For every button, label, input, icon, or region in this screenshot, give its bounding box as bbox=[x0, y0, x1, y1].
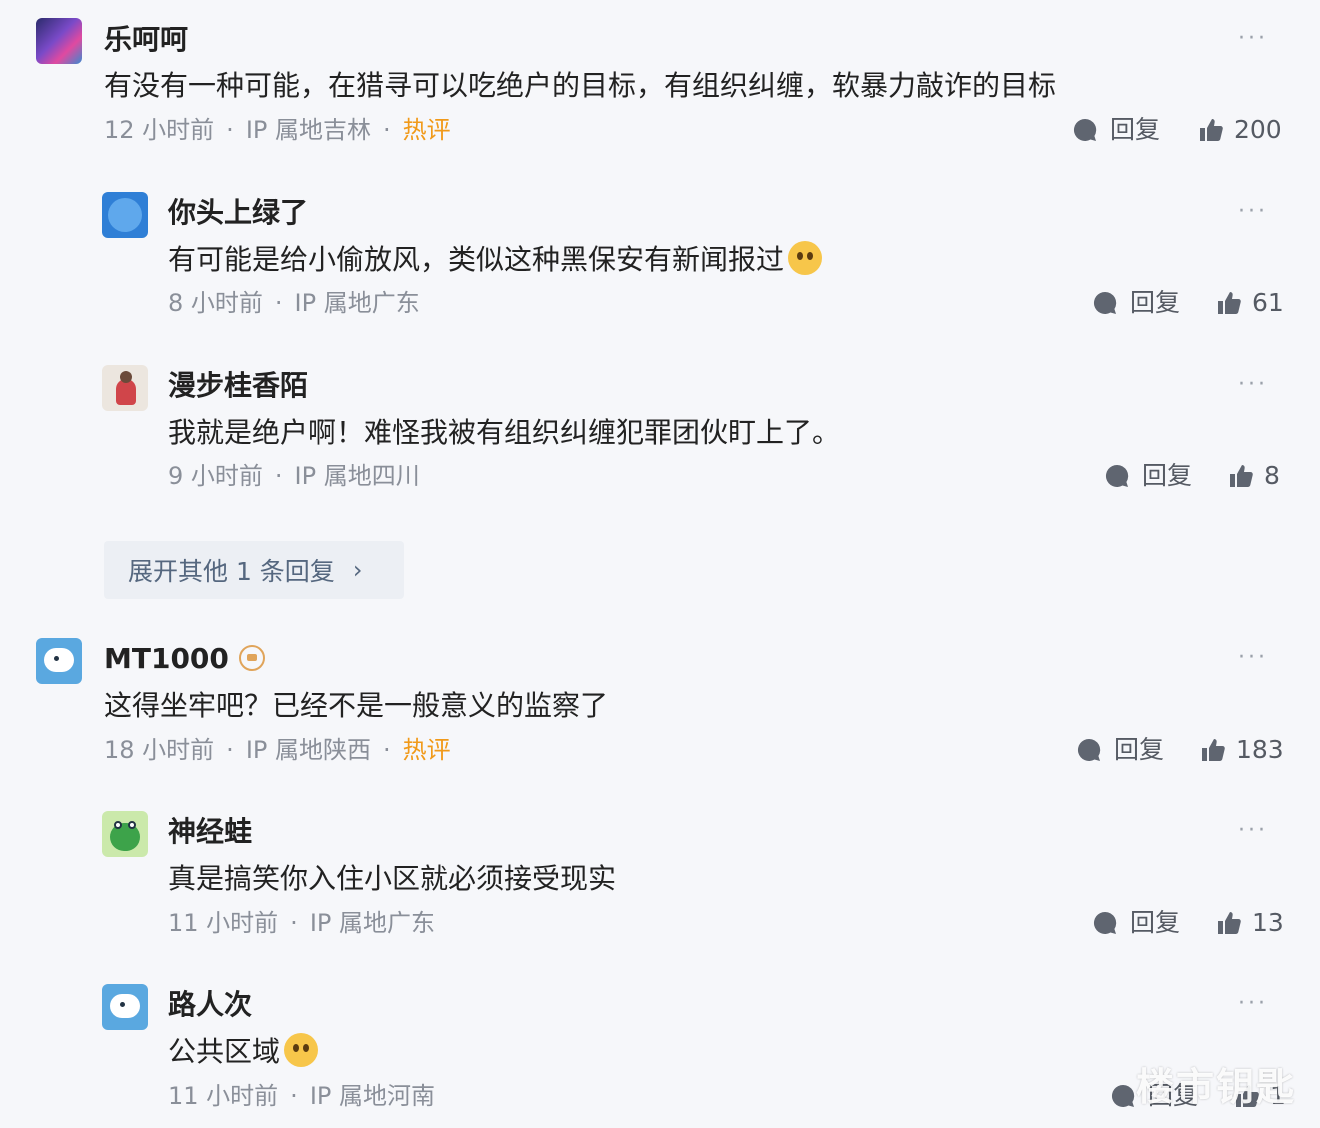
comment-text-content: 公共区域 bbox=[168, 1035, 281, 1068]
comment-text-content: 有可能是给小偷放风，类似这种黑保安有新闻报过 bbox=[168, 243, 785, 276]
reply-label: 回复 bbox=[1142, 461, 1193, 490]
comment-bubble-icon bbox=[1105, 464, 1129, 487]
comment-text: 公共区域 bbox=[168, 1030, 319, 1074]
reply-label: 回复 bbox=[1130, 908, 1181, 937]
reply-label: 回复 bbox=[1130, 288, 1181, 317]
ip-location: IP 属地广东 bbox=[309, 909, 435, 937]
comment-text: 有可能是给小偷放风，类似这种黑保安有新闻报过 bbox=[168, 238, 823, 282]
watermark: 楼市钥匙 bbox=[1135, 1065, 1296, 1109]
hot-comment-badge: 热评 bbox=[402, 116, 451, 144]
like-count: 183 bbox=[1236, 735, 1284, 764]
username[interactable]: 神经蛙 bbox=[168, 812, 252, 852]
ip-location: IP 属地吉林 bbox=[245, 116, 371, 144]
timestamp: 11 小时前 bbox=[168, 909, 279, 937]
separator-dot: · bbox=[274, 462, 283, 490]
avatar[interactable] bbox=[102, 984, 148, 1030]
comment-bubble-icon bbox=[1073, 118, 1097, 141]
more-options-icon[interactable]: ··· bbox=[1238, 645, 1268, 670]
comment-bubble-icon bbox=[1111, 1084, 1135, 1107]
expand-replies-label: 展开其他 1 条回复 bbox=[128, 557, 335, 586]
comment-text: 有没有一种可能，在猎寻可以吃绝户的目标，有组织纠缠，软暴力敲诈的目标 bbox=[104, 69, 1057, 102]
more-options-icon[interactable]: ··· bbox=[1238, 818, 1268, 843]
comment-meta: 12 小时前 · IP 属地吉林 · 热评 bbox=[104, 112, 451, 148]
thumbs-up-icon bbox=[1200, 119, 1223, 141]
like-count: 13 bbox=[1252, 908, 1284, 937]
more-options-icon[interactable]: ··· bbox=[1238, 26, 1268, 51]
username[interactable]: 乐呵呵 bbox=[104, 20, 188, 60]
comment-bubble-icon bbox=[1077, 738, 1101, 761]
more-options-icon[interactable]: ··· bbox=[1238, 372, 1268, 397]
comment-bubble-icon bbox=[1093, 911, 1117, 934]
username[interactable]: 你头上绿了 bbox=[168, 193, 308, 233]
timestamp: 9 小时前 bbox=[168, 462, 263, 490]
thumbs-up-icon bbox=[1218, 912, 1241, 934]
comment-meta: 9 小时前 · IP 属地四川 bbox=[168, 458, 420, 494]
comment-meta: 8 小时前 · IP 属地广东 bbox=[168, 285, 420, 321]
timestamp: 8 小时前 bbox=[168, 289, 263, 317]
username-text: MT1000 bbox=[104, 642, 229, 675]
separator-dot: · bbox=[226, 116, 234, 144]
separator-dot: · bbox=[226, 736, 234, 764]
reply-button[interactable]: 回复 bbox=[1076, 732, 1164, 768]
comment-bubble-icon bbox=[1093, 291, 1117, 314]
crown-badge-icon bbox=[238, 645, 265, 671]
comment-meta: 18 小时前 · IP 属地陕西 · 热评 bbox=[104, 732, 451, 768]
thumbs-up-icon bbox=[1218, 292, 1241, 314]
username[interactable]: 漫步桂香陌 bbox=[168, 366, 308, 406]
hot-comment-badge: 热评 bbox=[402, 736, 451, 764]
more-options-icon[interactable]: ··· bbox=[1238, 991, 1268, 1016]
emoji-icon bbox=[284, 1033, 319, 1067]
avatar[interactable] bbox=[102, 365, 148, 411]
separator-dot: · bbox=[290, 1082, 298, 1110]
avatar[interactable] bbox=[102, 811, 148, 857]
separator-dot: · bbox=[290, 909, 298, 937]
username[interactable]: MT1000 bbox=[104, 639, 265, 679]
comment-meta: 11 小时前 · IP 属地广东 bbox=[168, 905, 435, 941]
chevron-right-icon: › bbox=[352, 556, 363, 584]
reply-button[interactable]: 回复 bbox=[1092, 905, 1180, 941]
timestamp: 12 小时前 bbox=[104, 116, 215, 144]
timestamp: 18 小时前 bbox=[104, 736, 215, 764]
username[interactable]: 路人次 bbox=[168, 985, 252, 1025]
timestamp: 11 小时前 bbox=[168, 1082, 279, 1110]
like-button[interactable]: 13 bbox=[1216, 905, 1284, 941]
comment-text: 这得坐牢吧？已经不是一般意义的监察了 bbox=[104, 689, 609, 722]
comment-meta: 11 小时前 · IP 属地河南 bbox=[168, 1078, 435, 1114]
thumbs-up-icon bbox=[1230, 465, 1253, 487]
ip-location: IP 属地河南 bbox=[309, 1082, 435, 1110]
like-button[interactable]: 61 bbox=[1216, 285, 1284, 321]
separator-dot: · bbox=[383, 736, 391, 764]
emoji-icon bbox=[788, 241, 823, 275]
thumbs-up-icon bbox=[1202, 739, 1225, 761]
separator-dot: · bbox=[274, 289, 283, 317]
avatar[interactable] bbox=[36, 18, 82, 64]
ip-location: IP 属地四川 bbox=[294, 462, 420, 490]
separator-dot: · bbox=[383, 116, 391, 144]
ip-location: IP 属地广东 bbox=[294, 289, 420, 317]
like-count: 8 bbox=[1264, 461, 1280, 490]
comment-text: 我就是绝户啊！难怪我被有组织纠缠犯罪团伙盯上了。 bbox=[168, 416, 841, 449]
ip-location: IP 属地陕西 bbox=[245, 736, 371, 764]
like-count: 200 bbox=[1234, 115, 1282, 144]
like-button[interactable]: 200 bbox=[1198, 112, 1282, 148]
reply-label: 回复 bbox=[1114, 735, 1165, 764]
reply-button[interactable]: 回复 bbox=[1092, 285, 1180, 321]
avatar[interactable] bbox=[36, 638, 82, 684]
reply-button[interactable]: 回复 bbox=[1072, 112, 1160, 148]
avatar[interactable] bbox=[102, 192, 148, 238]
more-options-icon[interactable]: ··· bbox=[1238, 199, 1268, 224]
like-count: 61 bbox=[1252, 288, 1284, 317]
expand-replies-button[interactable]: 展开其他 1 条回复 › bbox=[104, 541, 404, 599]
like-button[interactable]: 8 bbox=[1228, 458, 1280, 494]
like-button[interactable]: 183 bbox=[1200, 732, 1284, 768]
reply-button[interactable]: 回复 bbox=[1104, 458, 1192, 494]
comment-text: 真是搞笑你入住小区就必须接受现实 bbox=[168, 862, 617, 895]
reply-label: 回复 bbox=[1110, 115, 1161, 144]
